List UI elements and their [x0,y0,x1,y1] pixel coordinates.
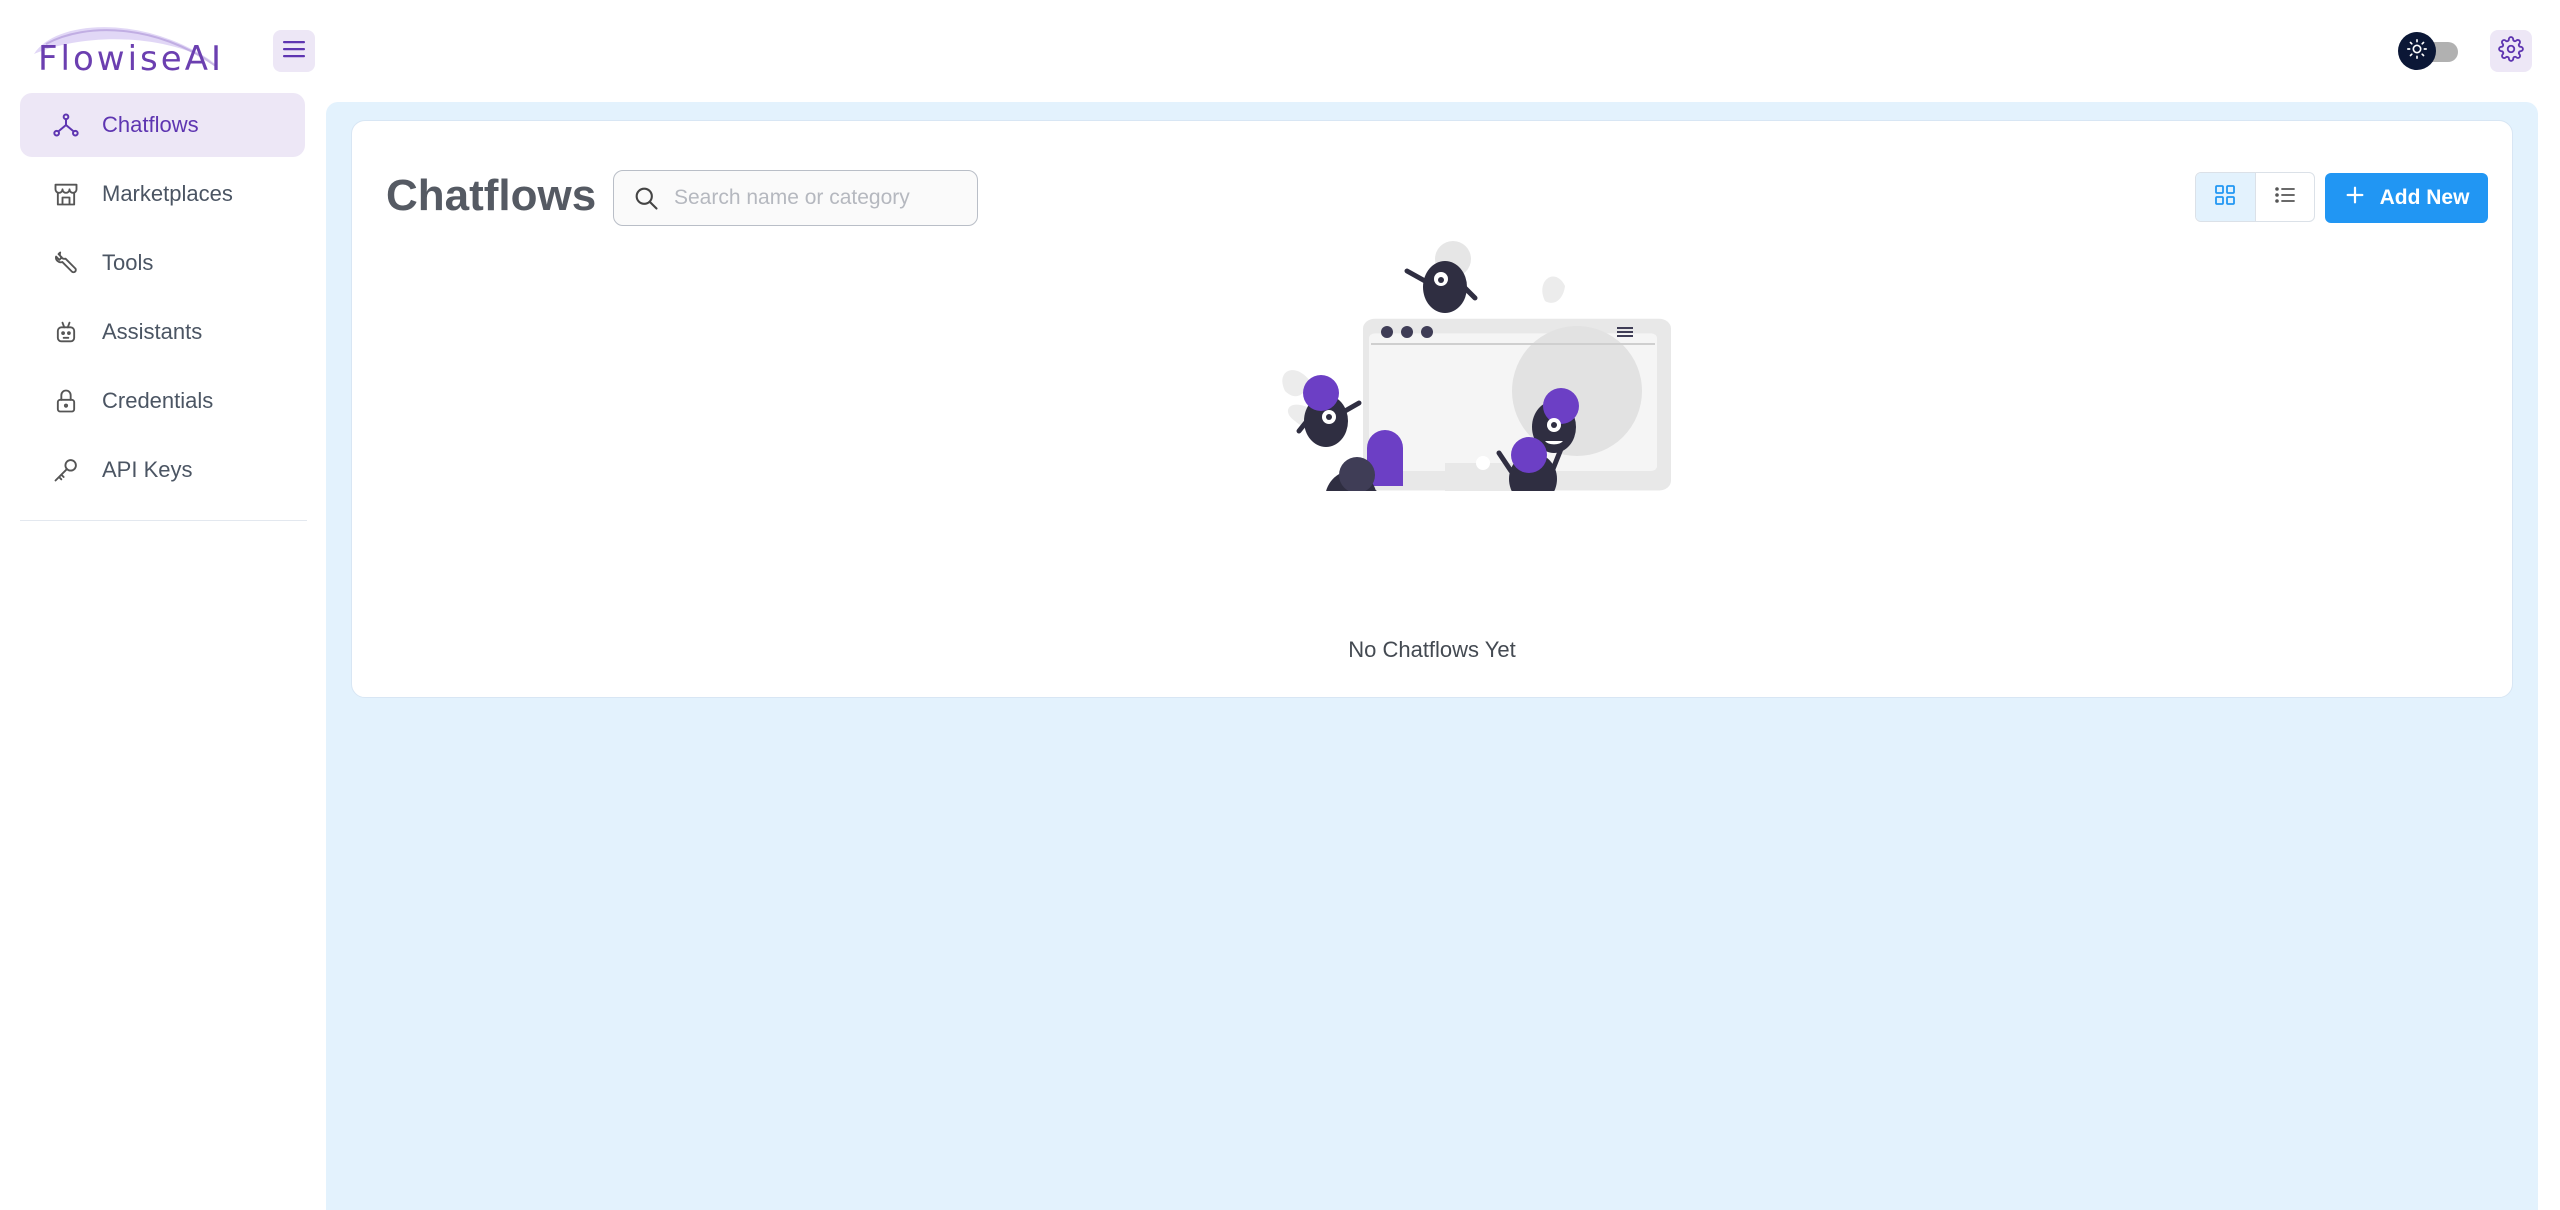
sidebar-item-tools[interactable]: Tools [20,231,305,295]
sidebar-item-marketplaces[interactable]: Marketplaces [20,162,305,226]
robot-icon [52,318,80,346]
lock-icon [52,387,80,415]
sidebar-item-label: Credentials [102,388,214,413]
chatflows-card: Chatflows Search name or category Add Ne… [351,120,2513,698]
sidebar-item-label: Chatflows [102,112,199,137]
sidebar-item-label: Marketplaces [102,181,233,206]
logo-text: FlowiseAI [38,39,224,79]
toggle-thumb [2398,32,2436,70]
empty-state-illustration [1255,241,1675,527]
main-content: Chatflows Search name or category Add Ne… [326,102,2538,1210]
list-view-button[interactable] [2254,173,2314,221]
sidebar-item-label: Tools [102,250,154,275]
sidebar-item-chatflows[interactable]: Chatflows [20,93,305,157]
page-title: Chatflows [386,171,597,220]
empty-state-text: No Chatflows Yet [1348,637,1516,662]
search-box[interactable] [613,170,978,226]
search-input[interactable] [674,186,964,210]
sidebar-item-label: API Keys [102,457,193,482]
store-icon [52,180,80,208]
sidebar-divider [20,520,307,521]
search-icon [632,183,662,213]
settings-button[interactable] [2490,30,2532,72]
grid-icon [2213,183,2237,212]
view-mode-toggle [2195,172,2315,222]
theme-toggle-switch[interactable] [2398,32,2462,70]
flowise-logo[interactable]: FlowiseAI [26,14,226,84]
list-icon [2273,183,2297,212]
wrench-icon [52,249,80,277]
hamburger-icon [282,39,306,64]
gear-icon [2498,35,2524,67]
sidebar-item-label: Assistants [102,319,203,344]
sidebar-item-api-keys[interactable]: API Keys [20,438,305,502]
sidebar-item-credentials[interactable]: Credentials [20,369,305,433]
chatflows-icon [52,111,80,139]
grid-view-button[interactable] [2196,173,2255,221]
plus-icon [2344,184,2366,212]
app-header: FlowiseAI [0,0,2560,100]
key-icon [52,456,80,484]
sun-icon [2406,38,2428,65]
add-new-label: Add New [2379,186,2470,209]
sidebar-toggle-button[interactable] [273,30,315,72]
sidebar: Chatflows Marketplaces Tools Assistants … [0,90,326,1210]
add-new-button[interactable]: Add New [2325,173,2488,223]
sidebar-item-assistants[interactable]: Assistants [20,300,305,364]
